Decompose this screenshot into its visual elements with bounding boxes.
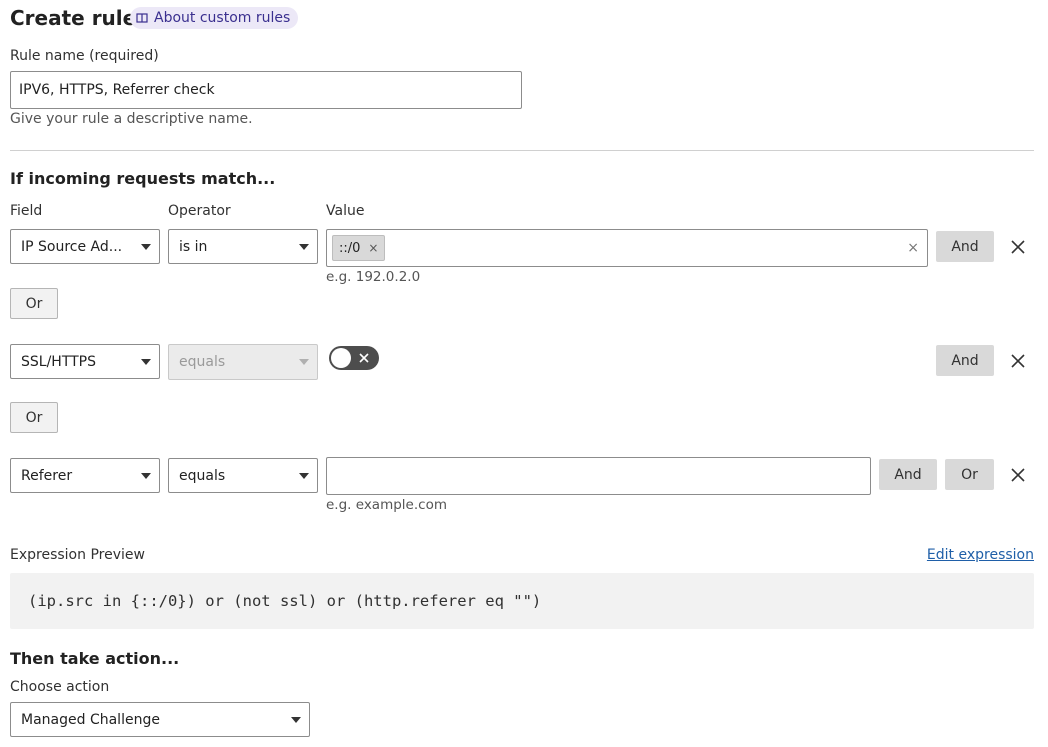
edit-expression-link[interactable]: Edit expression	[927, 547, 1034, 563]
chevron-down-icon	[299, 359, 309, 365]
toggle-off-icon	[359, 353, 369, 363]
operator-select-3[interactable]: equals	[168, 458, 318, 493]
operator-select-2-value: equals	[179, 354, 226, 370]
action-select-value: Managed Challenge	[21, 711, 160, 728]
remove-row-2-icon[interactable]	[1010, 353, 1026, 373]
field-select-1-value: IP Source Ad...	[21, 238, 123, 255]
field-select-3-value: Referer	[21, 467, 73, 484]
expression-preview: (ip.src in {::/0}) or (not ssl) or (http…	[10, 573, 1034, 629]
value-input-3-text	[327, 458, 870, 478]
chevron-down-icon	[299, 244, 309, 250]
ssl-toggle[interactable]	[329, 346, 379, 370]
operator-select-3-value: equals	[179, 467, 226, 484]
operator-select-2: equals	[168, 344, 318, 380]
field-column-label: Field	[10, 203, 43, 219]
about-custom-rules-label: About custom rules	[154, 10, 291, 26]
chevron-down-icon	[141, 244, 151, 250]
value-chip[interactable]: ::/0 ×	[332, 235, 386, 261]
rule-name-input[interactable]: IPV6, HTTPS, Referrer check	[10, 71, 522, 109]
remove-row-3-icon[interactable]	[1010, 467, 1026, 487]
value-example-3: e.g. example.com	[326, 497, 447, 513]
or-button-2[interactable]: Or	[10, 402, 58, 433]
field-select-3[interactable]: Referer	[10, 458, 160, 493]
value-input-3[interactable]	[326, 457, 871, 495]
operator-column-label: Operator	[168, 203, 231, 219]
match-heading: If incoming requests match...	[10, 169, 276, 188]
and-button-1[interactable]: And	[936, 231, 994, 262]
divider	[10, 150, 1034, 151]
chevron-down-icon	[141, 359, 151, 365]
or-button-3[interactable]: Or	[945, 459, 994, 490]
or-button-1[interactable]: Or	[10, 288, 58, 319]
value-column-label: Value	[326, 203, 365, 219]
value-example-1: e.g. 192.0.2.0	[326, 269, 421, 285]
choose-action-label: Choose action	[10, 679, 110, 695]
expression-code: (ip.src in {::/0}) or (not ssl) or (http…	[28, 592, 542, 610]
chip-remove-icon[interactable]: ×	[368, 241, 378, 255]
book-icon	[136, 12, 148, 24]
operator-select-1-value: is in	[179, 238, 208, 255]
field-select-2-value: SSL/HTTPS	[21, 353, 97, 370]
about-custom-rules-link[interactable]: About custom rules	[130, 7, 299, 29]
page-title: Create rule	[10, 6, 137, 30]
value-chip-label: ::/0	[339, 240, 361, 256]
clear-icon[interactable]: ×	[907, 240, 919, 256]
operator-select-1[interactable]: is in	[168, 229, 318, 264]
action-heading: Then take action...	[10, 649, 180, 668]
rule-name-value: IPV6, HTTPS, Referrer check	[19, 82, 215, 98]
rule-name-label: Rule name (required)	[10, 48, 159, 64]
chevron-down-icon	[299, 473, 309, 479]
remove-row-1-icon[interactable]	[1010, 239, 1026, 259]
expression-preview-label: Expression Preview	[10, 547, 145, 563]
field-select-2[interactable]: SSL/HTTPS	[10, 344, 160, 379]
action-select[interactable]: Managed Challenge	[10, 702, 310, 737]
rule-name-help: Give your rule a descriptive name.	[10, 111, 253, 127]
value-input-1[interactable]: ::/0 × ×	[326, 229, 928, 267]
field-select-1[interactable]: IP Source Ad...	[10, 229, 160, 264]
and-button-3[interactable]: And	[879, 459, 937, 490]
chevron-down-icon	[291, 717, 301, 723]
and-button-2[interactable]: And	[936, 345, 994, 376]
chevron-down-icon	[141, 473, 151, 479]
